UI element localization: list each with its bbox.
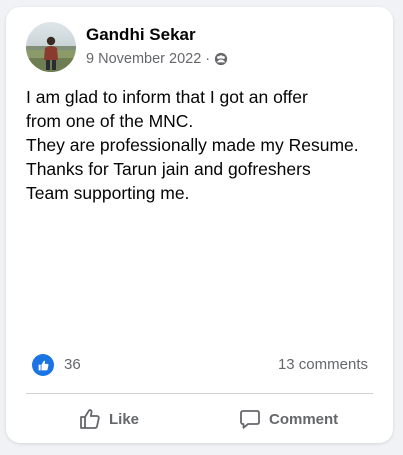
like-button[interactable]: Like bbox=[78, 404, 139, 434]
comment-button[interactable]: Comment bbox=[238, 404, 338, 434]
comment-icon bbox=[238, 407, 262, 431]
post-body-line: Thanks for Tarun jain and gofreshers bbox=[26, 159, 311, 179]
post-body: I am glad to inform that I got an offer … bbox=[26, 85, 381, 205]
post-body-line: from one of the MNC. bbox=[26, 111, 194, 131]
post-body-line: I am glad to inform that I got an offer bbox=[26, 87, 308, 107]
like-count[interactable]: 36 bbox=[64, 356, 81, 373]
comment-count[interactable]: 13 comments bbox=[278, 356, 368, 373]
like-label: Like bbox=[109, 410, 140, 428]
avatar[interactable] bbox=[26, 22, 76, 72]
public-group-icon[interactable] bbox=[214, 52, 228, 66]
post-card: Gandhi Sekar 9 November 2022 · I am glad… bbox=[6, 7, 393, 443]
post-body-line: They are professionally made my Resume. bbox=[26, 135, 359, 155]
avatar-photo bbox=[26, 22, 76, 72]
post-date[interactable]: 9 November 2022 bbox=[86, 51, 201, 67]
author-name[interactable]: Gandhi Sekar bbox=[86, 25, 196, 45]
post-body-line: Team supporting me. bbox=[26, 183, 190, 203]
like-reaction-icon[interactable] bbox=[32, 354, 54, 376]
thumbs-up-icon bbox=[78, 407, 102, 431]
comment-label: Comment bbox=[269, 410, 339, 428]
post-meta: 9 November 2022 · bbox=[86, 51, 228, 67]
meta-separator: · bbox=[205, 51, 211, 67]
action-divider bbox=[26, 393, 373, 394]
